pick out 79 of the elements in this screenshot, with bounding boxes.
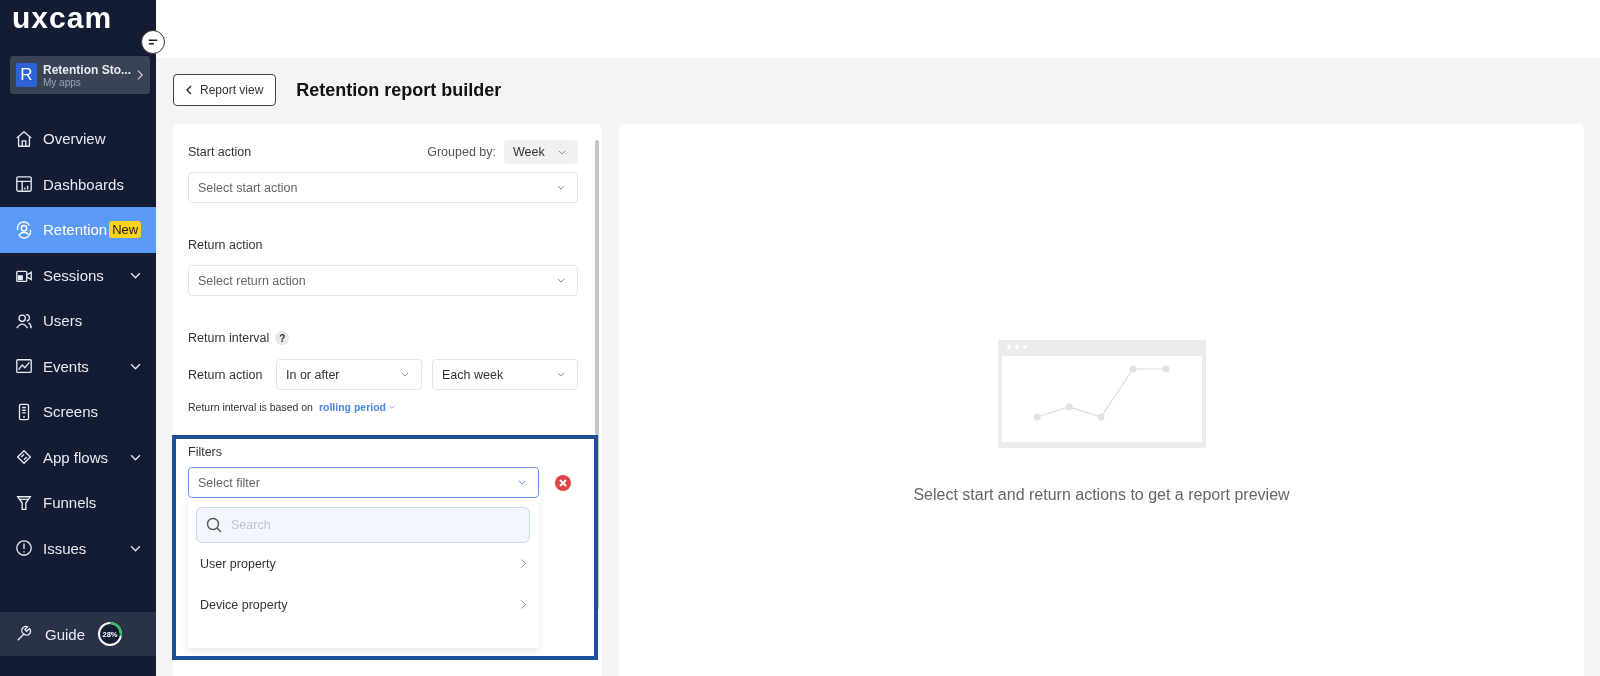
nav-label: Issues: [43, 539, 87, 557]
chevron-down-icon[interactable]: [130, 271, 141, 279]
chevron-left-icon: [186, 85, 192, 95]
chart-point: [1129, 365, 1136, 373]
condition-dropdown[interactable]: In or after: [276, 359, 422, 390]
chevron-down-icon: [401, 372, 409, 377]
nav-label: Dashboards: [43, 175, 124, 193]
interval-note: Return interval is based on: [188, 401, 313, 413]
wrench-icon: [15, 625, 33, 643]
return-action-label: Return action: [188, 367, 264, 382]
collapse-sidebar-button[interactable]: [141, 30, 165, 54]
chevron-down-icon[interactable]: [130, 544, 141, 552]
chevron-down-icon[interactable]: [130, 362, 141, 370]
empty-state-message: Select start and return actions to get a report preview: [913, 486, 1290, 504]
retention-icon: [15, 220, 33, 239]
page-title: Retention report builder: [296, 79, 502, 101]
chevron-right-icon: [521, 559, 526, 568]
rolling-period-link[interactable]: rolling period: [318, 401, 395, 413]
chart-point: [1162, 365, 1169, 373]
nav-label: Funnels: [43, 494, 97, 512]
search-icon: [206, 517, 222, 533]
chevron-down-icon: [557, 185, 565, 190]
chevron-down-icon: [557, 372, 565, 377]
filter-option[interactable]: Device property: [196, 584, 530, 625]
nav-item[interactable]: Users: [0, 298, 156, 344]
return-action-label: Return action: [188, 238, 264, 252]
filters-label: Filters: [188, 445, 224, 459]
chevron-right-icon: [137, 69, 144, 81]
return-action-dropdown[interactable]: Select return action: [188, 265, 578, 296]
alert-icon: [15, 539, 33, 558]
nav-label: Events: [43, 357, 89, 375]
nav-item[interactable]: App flows: [0, 434, 156, 480]
period-dropdown[interactable]: Each week: [432, 359, 578, 390]
nav-item[interactable]: Funnels: [0, 480, 156, 526]
start-action-label: Start action: [188, 145, 252, 159]
chart-icon: [15, 357, 33, 376]
nav-item[interactable]: Overview: [0, 116, 156, 162]
nav-label: Users: [43, 312, 83, 330]
chart-point: [1065, 403, 1072, 411]
new-badge: New: [109, 221, 142, 239]
nav-item[interactable]: Issues: [0, 525, 156, 571]
filter-dropdown[interactable]: Select filter: [188, 467, 539, 498]
nav-label: Retention: [43, 221, 108, 239]
start-action-dropdown[interactable]: Select start action: [188, 172, 578, 203]
chevron-down-icon: [557, 278, 565, 283]
return-interval-label: Return interval: [188, 331, 270, 345]
nav-label: Sessions: [43, 266, 104, 284]
chevron-down-icon[interactable]: [130, 453, 141, 461]
help-icon[interactable]: ?: [275, 331, 290, 345]
chevron-right-icon: [521, 600, 526, 609]
chart-point: [1097, 413, 1104, 421]
grouped-by-label: Grouped by:: [427, 145, 496, 159]
app-avatar: R: [16, 63, 37, 87]
users-icon: [15, 311, 33, 330]
nav-item[interactable]: Events: [0, 343, 156, 389]
nav-item[interactable]: Sessions: [0, 252, 156, 298]
guide-label: Guide: [45, 625, 86, 643]
nav-label: App flows: [43, 448, 109, 466]
filter-option[interactable]: User property: [196, 543, 530, 584]
app-subtitle: My apps: [43, 76, 82, 88]
nav-label: Screens: [43, 403, 99, 421]
chevron-down-icon: [518, 480, 526, 485]
app-name: Retention Sto...: [43, 62, 131, 77]
remove-icon[interactable]: [555, 474, 571, 491]
chart-point: [1033, 413, 1040, 421]
funnel-icon: [15, 493, 33, 512]
logo: uxcam: [11, 0, 113, 36]
flows-icon: [15, 448, 33, 467]
chevron-down-icon: [558, 149, 566, 155]
nav-label: Overview: [43, 130, 106, 148]
home-icon: [15, 129, 33, 148]
menu-icon: [148, 37, 158, 47]
dashboard-icon: [15, 175, 33, 194]
back-button[interactable]: Report view: [173, 74, 277, 106]
nav-item[interactable]: Screens: [0, 389, 156, 435]
chevron-down-icon: [389, 405, 395, 409]
nav-item[interactable]: Retention New: [0, 207, 156, 253]
grouped-by-dropdown[interactable]: Week: [504, 140, 578, 164]
nav-item[interactable]: Dashboards: [0, 161, 156, 207]
